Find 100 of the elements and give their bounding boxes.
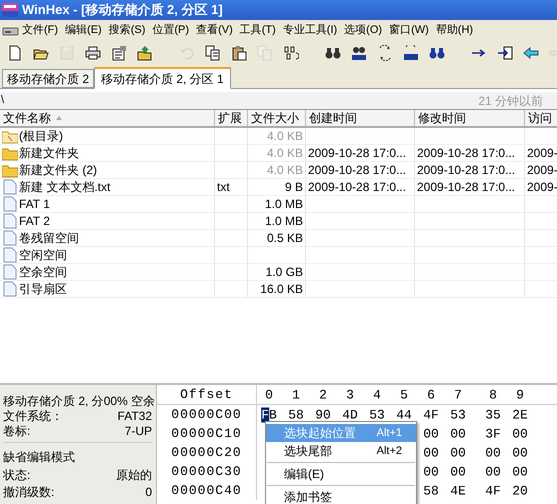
tab[interactable]: 移动存储介质 2 (2, 69, 94, 88)
info-value: FAT32 (118, 410, 152, 422)
info-label: 撤消级数: (3, 486, 54, 498)
hex-byte: 58 (288, 408, 304, 421)
file-size: 4.0 KB (266, 128, 303, 144)
modified-time: 2009-10-28 17:0... (417, 162, 516, 178)
window-title: WinHex - [移动存储介质 2, 分区 1] (22, 1, 223, 20)
binoculars-icon[interactable] (429, 45, 445, 61)
file-name[interactable]: 新建文件夹 (19, 145, 79, 161)
hex-byte: 00 (512, 465, 528, 478)
tab[interactable]: 移动存储介质 2, 分区 1 (94, 67, 231, 89)
binoculars-icon[interactable] (325, 45, 341, 61)
modified-time: 2009-10-28 17:0... (417, 145, 516, 161)
column-number: 5 (400, 388, 408, 401)
hex-byte: 20 (512, 484, 528, 497)
menu-item[interactable]: 编辑(E) (63, 22, 104, 39)
column-header[interactable]: 修改时间 (415, 110, 525, 126)
column-header[interactable]: 文件大小 (248, 110, 306, 126)
sort-arrow-icon (55, 114, 63, 122)
hex-byte: 00 (423, 446, 439, 459)
column-header[interactable]: 访问 (525, 110, 557, 126)
accessed-time: 2009- (527, 145, 557, 161)
file-icon (2, 179, 18, 195)
properties-icon[interactable] (111, 45, 127, 61)
offset-value: 00000C40 (171, 482, 242, 500)
column-header[interactable]: 文件名称 (0, 110, 215, 126)
column-number: 2 (319, 388, 327, 401)
file-icon (2, 230, 18, 246)
file-size: 16.0 KB (260, 281, 303, 297)
info-label: 卷标: (3, 424, 30, 436)
hex-byte: 00 (450, 427, 466, 440)
file-name[interactable]: 空闲空间 (19, 247, 67, 263)
hex-byte: 53 (369, 408, 385, 421)
info-value: 0 (145, 486, 152, 498)
offset-header: Offset (180, 386, 233, 404)
info-label: 缺省编辑模式 (3, 450, 75, 462)
hex-byte: 00 (450, 446, 466, 459)
hex-byte: 35 (485, 408, 501, 421)
menu-item[interactable]: 工具(T) (238, 22, 278, 39)
offset-value: 00000C20 (171, 444, 242, 462)
menu-item-label: 选块起始位置 (284, 425, 356, 442)
menu-item[interactable]: 文件(F) (20, 22, 60, 39)
file-name[interactable]: 新建 文本文档.txt (19, 179, 110, 195)
menu-item[interactable]: 选块尾部 Alt+2 (266, 442, 416, 460)
modified-time: 2009-10-28 17:0... (417, 179, 516, 195)
file-name[interactable]: FAT 2 (19, 213, 50, 229)
column-number: 9 (516, 388, 524, 401)
menu-item[interactable]: 编辑(E) (266, 465, 416, 483)
column-number: 8 (489, 388, 497, 401)
created-time: 2009-10-28 17:0... (308, 179, 406, 195)
hex-byte: 4E (450, 484, 466, 497)
file-icon (2, 213, 18, 229)
file-icon (2, 264, 18, 280)
file-name[interactable]: 卷残留空间 (19, 230, 79, 246)
file-extension: txt (217, 179, 230, 195)
menu-item[interactable]: 添加书签 (266, 488, 416, 504)
menu-item[interactable]: 查看(V) (194, 22, 235, 39)
file-size: 1.0 GB (266, 264, 303, 280)
file-name[interactable]: 新建文件夹 (2) (19, 162, 97, 178)
new-file-icon[interactable] (7, 45, 23, 61)
menu-item[interactable]: 搜索(S) (106, 22, 148, 39)
binary-icon[interactable] (283, 45, 299, 61)
file-size: 1.0 MB (264, 196, 303, 212)
back-icon[interactable] (523, 45, 539, 61)
file-name[interactable]: 空余空间 (19, 264, 67, 280)
menu-item-label: 添加书签 (284, 489, 332, 504)
file-size: 4.0 KB (266, 145, 303, 161)
accessed-time: 2009- (527, 162, 557, 178)
accessed-time: 2009- (527, 179, 557, 195)
menu-item-label: 选块尾部 (284, 443, 332, 460)
info-label: 状态: (3, 469, 30, 481)
file-name[interactable]: (根目录) (19, 128, 63, 144)
created-time: 2009-10-28 17:0... (308, 162, 406, 178)
paste-icon[interactable] (231, 45, 247, 61)
file-icon (2, 281, 18, 297)
menu-item-label: 编辑(E) (284, 466, 324, 483)
file-name[interactable]: 引导扇区 (19, 281, 67, 297)
menu-item[interactable]: 选项(O) (342, 22, 384, 39)
app-logo-icon (2, 2, 18, 18)
file-icon (2, 196, 18, 212)
file-name[interactable]: FAT 1 (19, 196, 50, 212)
menu-item[interactable]: 位置(P) (150, 22, 192, 39)
menu-item[interactable]: 帮助(H) (434, 22, 476, 39)
column-number: 0 (265, 388, 273, 401)
column-header[interactable]: 扩展 (215, 110, 248, 126)
print-icon[interactable] (85, 45, 101, 61)
hex-byte: 53 (450, 408, 466, 421)
menu-item[interactable]: 窗口(W) (387, 22, 431, 39)
go-to-icon[interactable] (497, 45, 513, 61)
file-size: 1.0 MB (264, 213, 303, 229)
menu-item[interactable]: 专业工具(I) (280, 22, 340, 39)
copy-icon[interactable] (205, 45, 221, 61)
hex-byte: 4D (342, 408, 358, 421)
file-size: 0.5 KB (266, 230, 303, 246)
column-header[interactable]: 创建时间 (306, 110, 415, 126)
shortcut-text: Alt+2 (376, 444, 402, 459)
info-value: 00% 空余 (104, 394, 156, 406)
folder-upload-icon[interactable] (137, 45, 153, 61)
hex-byte: 00 (512, 446, 528, 459)
hex-byte: 44 (396, 408, 412, 421)
